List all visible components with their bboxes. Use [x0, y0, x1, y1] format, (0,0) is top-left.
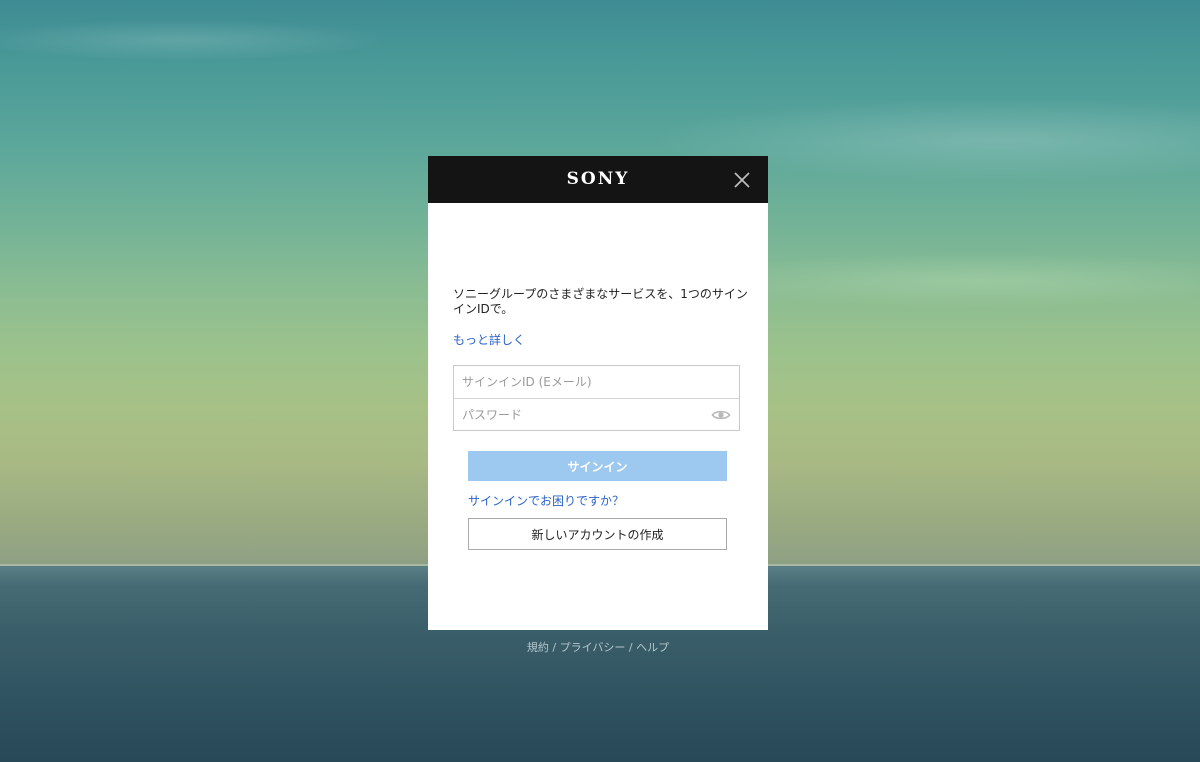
eye-icon	[711, 410, 731, 420]
dialog-header: SONY	[428, 156, 768, 203]
help-link[interactable]: ヘルプ	[636, 641, 669, 654]
footer-links: 規約 / プライバシー / ヘルプ	[428, 639, 768, 655]
show-password-toggle[interactable]	[711, 406, 731, 424]
password-input[interactable]	[454, 399, 739, 431]
footer-separator: /	[625, 641, 637, 654]
create-account-button[interactable]: 新しいアカウントの作成	[468, 518, 727, 550]
terms-link[interactable]: 規約	[527, 641, 549, 654]
background-scene: SONY ソニーグループのさまざまなサービスを、1つのサインインIDで。 もっと…	[0, 0, 1200, 762]
signin-button[interactable]: サインイン	[468, 451, 727, 481]
footer-separator: /	[548, 641, 560, 654]
brand-logo: SONY	[566, 169, 630, 189]
signin-dialog: SONY ソニーグループのさまざまなサービスを、1つのサインインIDで。 もっと…	[428, 156, 768, 630]
signin-help-link[interactable]: サインインでお困りですか？	[468, 492, 624, 509]
credentials-field-group	[453, 365, 740, 431]
close-button[interactable]	[730, 168, 754, 192]
service-description: ソニーグループのさまざまなサービスを、1つのサインインIDで。	[453, 287, 748, 316]
learn-more-link[interactable]: もっと詳しく	[453, 331, 525, 348]
privacy-link[interactable]: プライバシー	[560, 641, 626, 654]
close-icon	[734, 172, 750, 188]
signin-id-input[interactable]	[454, 366, 739, 398]
